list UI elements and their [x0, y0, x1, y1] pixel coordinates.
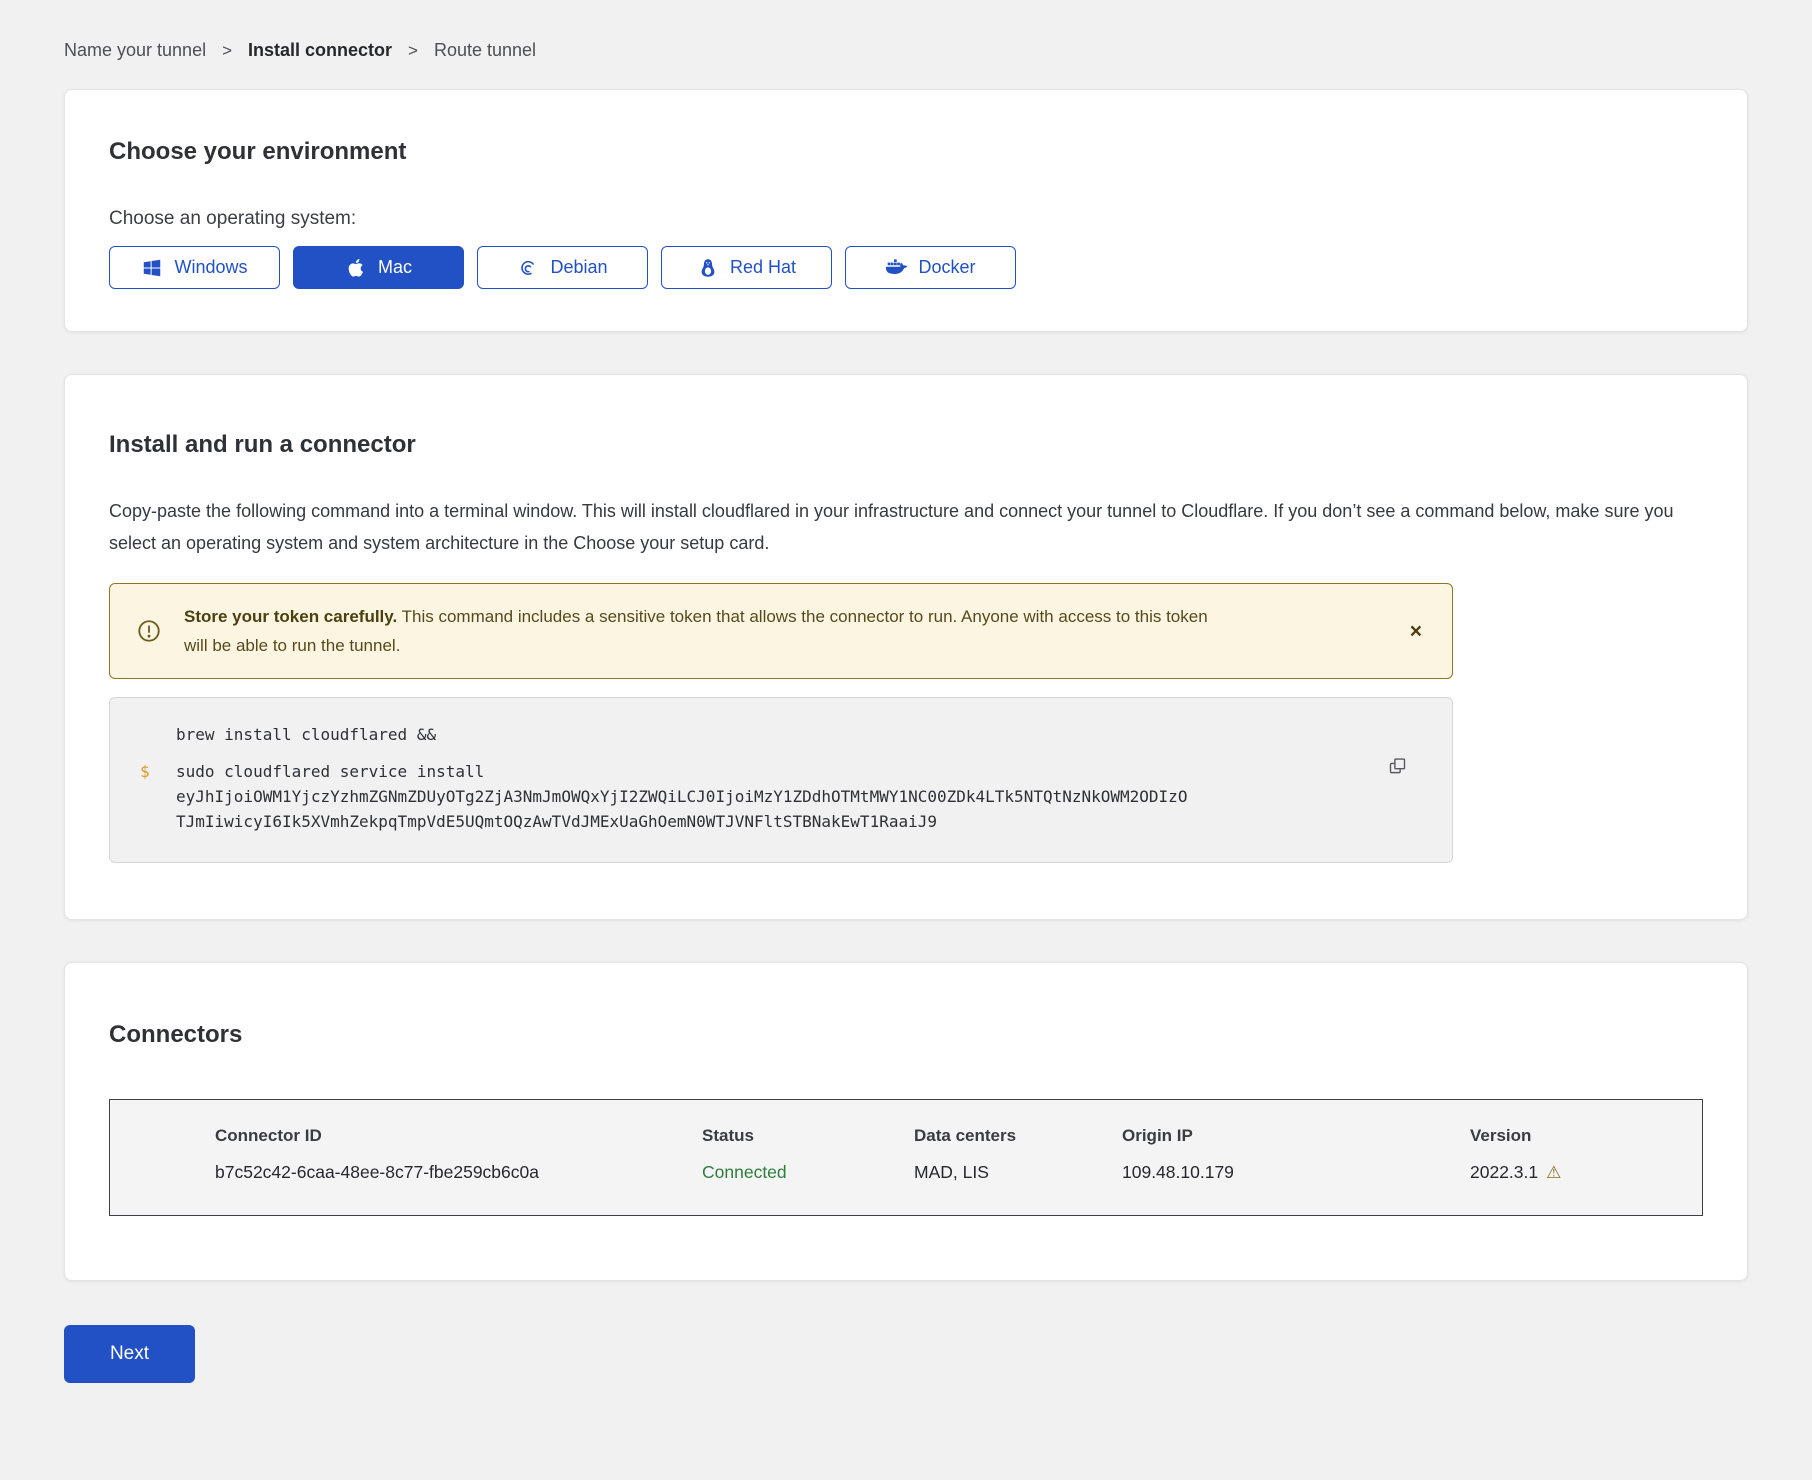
- header-version: Version: [1470, 1126, 1702, 1146]
- os-button-docker[interactable]: Docker: [845, 246, 1016, 289]
- copy-icon: [1387, 756, 1408, 777]
- install-connector-title: Install and run a connector: [109, 431, 1703, 459]
- command-line-service-install: $ sudo cloudflared service install eyJhI…: [140, 759, 1422, 834]
- version-warning-icon[interactable]: ⚠: [1546, 1163, 1561, 1183]
- token-warning-bold: Store your token carefully.: [184, 607, 397, 626]
- cell-origin-ip: 109.48.10.179: [1122, 1162, 1470, 1183]
- install-connector-card: Install and run a connector Copy-paste t…: [64, 374, 1748, 920]
- os-button-label: Debian: [550, 257, 607, 278]
- warning-close-button[interactable]: ×: [1406, 617, 1426, 646]
- command-token-line-2: TJmIiwicyI6Ik5XVmhZekpqTmpVdE5UQmtOQzAwT…: [176, 809, 1187, 834]
- breadcrumb-separator: >: [408, 41, 418, 61]
- breadcrumb-step-route-tunnel[interactable]: Route tunnel: [434, 40, 536, 61]
- environment-card-title: Choose your environment: [109, 138, 1703, 166]
- cell-connector-id: b7c52c42-6caa-48ee-8c77-fbe259cb6c0a: [110, 1162, 702, 1183]
- command-sudo-line: sudo cloudflared service install: [176, 759, 1187, 784]
- os-button-redhat[interactable]: Red Hat: [661, 246, 832, 289]
- os-button-mac[interactable]: Mac: [293, 246, 464, 289]
- command-line-brew: brew install cloudflared &&: [140, 722, 1422, 747]
- os-button-label: Docker: [918, 257, 975, 278]
- os-button-label: Mac: [378, 257, 412, 278]
- breadcrumb-step-name-tunnel[interactable]: Name your tunnel: [64, 40, 206, 61]
- page-bottom-spacer: [64, 1383, 1748, 1405]
- breadcrumb-step-install-connector[interactable]: Install connector: [248, 40, 392, 61]
- os-select-label: Choose an operating system:: [109, 208, 1703, 230]
- copy-command-button[interactable]: [1385, 754, 1410, 779]
- connector-table-row: b7c52c42-6caa-48ee-8c77-fbe259cb6c0a Con…: [110, 1162, 1702, 1183]
- os-button-debian[interactable]: Debian: [477, 246, 648, 289]
- debian-icon: [517, 257, 539, 279]
- header-data-centers: Data centers: [914, 1126, 1122, 1146]
- apple-icon: [345, 257, 367, 279]
- install-command-block: brew install cloudflared && $ sudo cloud…: [109, 697, 1453, 863]
- header-origin-ip: Origin IP: [1122, 1126, 1470, 1146]
- tunnel-setup-page: Name your tunnel > Install connector > R…: [0, 0, 1812, 1405]
- header-status: Status: [702, 1126, 914, 1146]
- install-connector-description: Copy-paste the following command into a …: [109, 495, 1703, 559]
- cell-status: Connected: [702, 1162, 914, 1183]
- cell-version: 2022.3.1 ⚠: [1470, 1162, 1702, 1183]
- os-button-label: Windows: [174, 257, 247, 278]
- next-button[interactable]: Next: [64, 1325, 195, 1383]
- os-button-windows[interactable]: Windows: [109, 246, 280, 289]
- command-token-line-1: eyJhIjoiOWM1YjczYzhmZGNmZDUyOTg2ZjA3NmJm…: [176, 784, 1187, 809]
- breadcrumb-separator: >: [222, 41, 232, 61]
- header-connector-id: Connector ID: [110, 1126, 702, 1146]
- token-warning-text: Store your token carefully. This command…: [184, 602, 1216, 660]
- alert-circle-icon: [136, 618, 162, 644]
- os-button-label: Red Hat: [730, 257, 796, 278]
- connectors-title: Connectors: [109, 1021, 1703, 1049]
- connectors-card: Connectors Connector ID Status Data cent…: [64, 962, 1748, 1281]
- dollar-prompt: $: [140, 759, 176, 834]
- choose-environment-card: Choose your environment Choose an operat…: [64, 89, 1748, 332]
- connectors-table-header: Connector ID Status Data centers Origin …: [110, 1126, 1702, 1146]
- tux-penguin-icon: [697, 257, 719, 279]
- breadcrumb: Name your tunnel > Install connector > R…: [64, 0, 1748, 61]
- os-button-group: Windows Mac Debian: [109, 246, 1703, 289]
- prompt-column: [140, 722, 176, 747]
- token-warning-banner: Store your token carefully. This command…: [109, 583, 1453, 679]
- windows-icon: [141, 257, 163, 279]
- docker-whale-icon: [885, 257, 907, 279]
- connectors-table: Connector ID Status Data centers Origin …: [109, 1099, 1703, 1216]
- cell-data-centers: MAD, LIS: [914, 1162, 1122, 1183]
